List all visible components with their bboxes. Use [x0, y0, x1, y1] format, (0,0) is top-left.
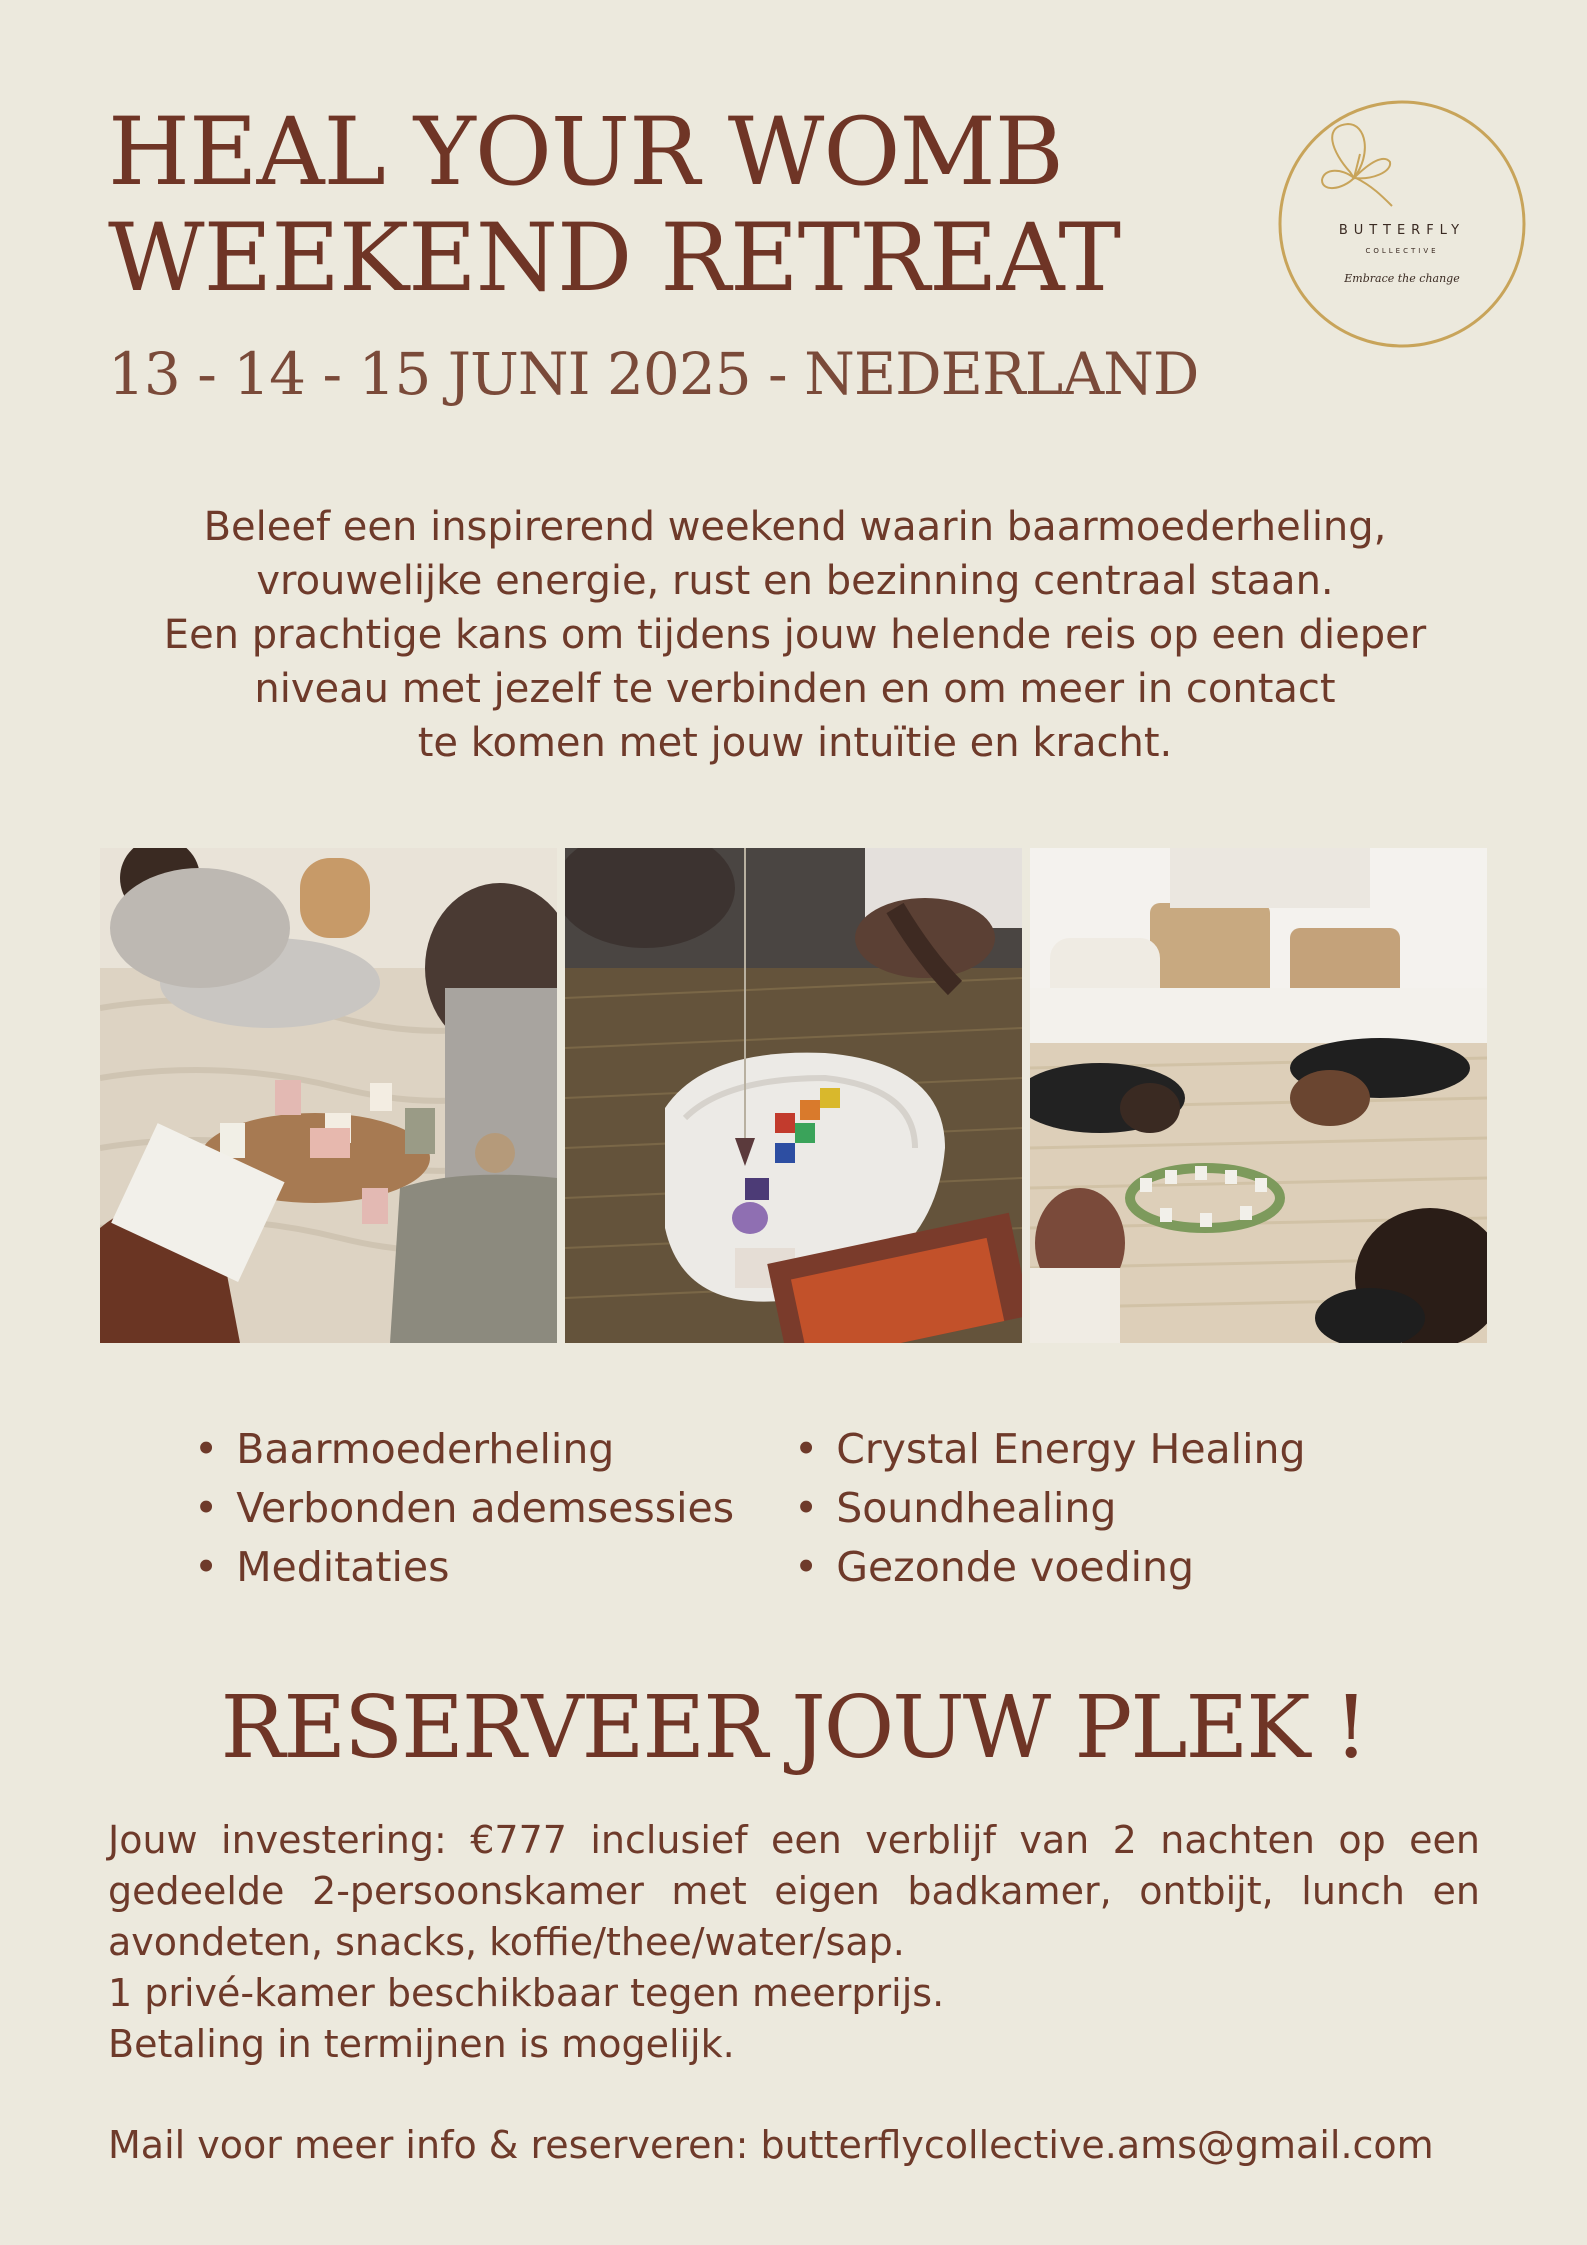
photo-candle-circle: [100, 848, 557, 1343]
details-line: 1 privé-kamer beschikbaar tegen meerprij…: [108, 1971, 945, 2015]
feature-column-left: Baarmoederheling Verbonden ademsessies M…: [194, 1420, 794, 1597]
butterfly-icon: [1320, 122, 1393, 207]
feature-item: Meditaties: [194, 1538, 794, 1597]
feature-item: Crystal Energy Healing: [794, 1420, 1394, 1479]
date-location: 13 - 14 - 15 JUNI 2025 - NEDERLAND: [108, 340, 1199, 408]
details-line: Betaling in termijnen is mogelijk.: [108, 2022, 735, 2066]
feature-list: Baarmoederheling Verbonden ademsessies M…: [194, 1420, 1394, 1597]
retreat-title: HEAL YOUR WOMB WEEKEND RETREAT: [108, 98, 1121, 313]
intro-paragraph: Beleef een inspirerend weekend waarin ba…: [80, 500, 1510, 770]
feature-column-right: Crystal Energy Healing Soundhealing Gezo…: [794, 1420, 1394, 1597]
logo-tagline: Embrace the change: [1343, 272, 1460, 285]
intro-line: Beleef een inspirerend weekend waarin ba…: [203, 504, 1387, 550]
intro-line: te komen met jouw intuïtie en kracht.: [417, 720, 1173, 766]
logo-sub: COLLECTIVE: [1365, 247, 1438, 255]
butterfly-collective-logo: BUTTERFLY COLLECTIVE Embrace the change: [1262, 96, 1526, 352]
pricing-details: Jouw investering: €777 inclusief een ver…: [108, 1815, 1480, 2070]
title-line-1: HEAL YOUR WOMB: [108, 98, 1064, 207]
feature-item: Gezonde voeding: [794, 1538, 1394, 1597]
photo-meditation-circle: [1030, 848, 1487, 1343]
details-line: gedeelde 2-persoonskamer met eigen badka…: [108, 1869, 1480, 1913]
logo-brand: BUTTERFLY: [1339, 223, 1465, 238]
feature-item: Soundhealing: [794, 1479, 1394, 1538]
details-line: avondeten, snacks, koffie/thee/water/sap…: [108, 1920, 905, 1964]
logo-graphic: BUTTERFLY COLLECTIVE Embrace the change: [1278, 100, 1526, 348]
photo-strip: [100, 848, 1487, 1343]
intro-line: vrouwelijke energie, rust en bezinning c…: [256, 558, 1334, 604]
contact-email[interactable]: Mail voor meer info & reserveren: butter…: [108, 2123, 1434, 2167]
feature-item: Baarmoederheling: [194, 1420, 794, 1479]
intro-line: Een prachtige kans om tijdens jouw helen…: [163, 612, 1427, 658]
intro-line: niveau met jezelf te verbinden en om mee…: [254, 666, 1336, 712]
title-line-2: WEEKEND RETREAT: [108, 204, 1121, 313]
details-line: Jouw investering: €777 inclusief een ver…: [108, 1818, 1480, 1862]
feature-item: Verbonden ademsessies: [194, 1479, 794, 1538]
photo-crystal-healing: [565, 848, 1022, 1343]
reserve-heading: RESERVEER JOUW PLEK !: [220, 1678, 1369, 1778]
